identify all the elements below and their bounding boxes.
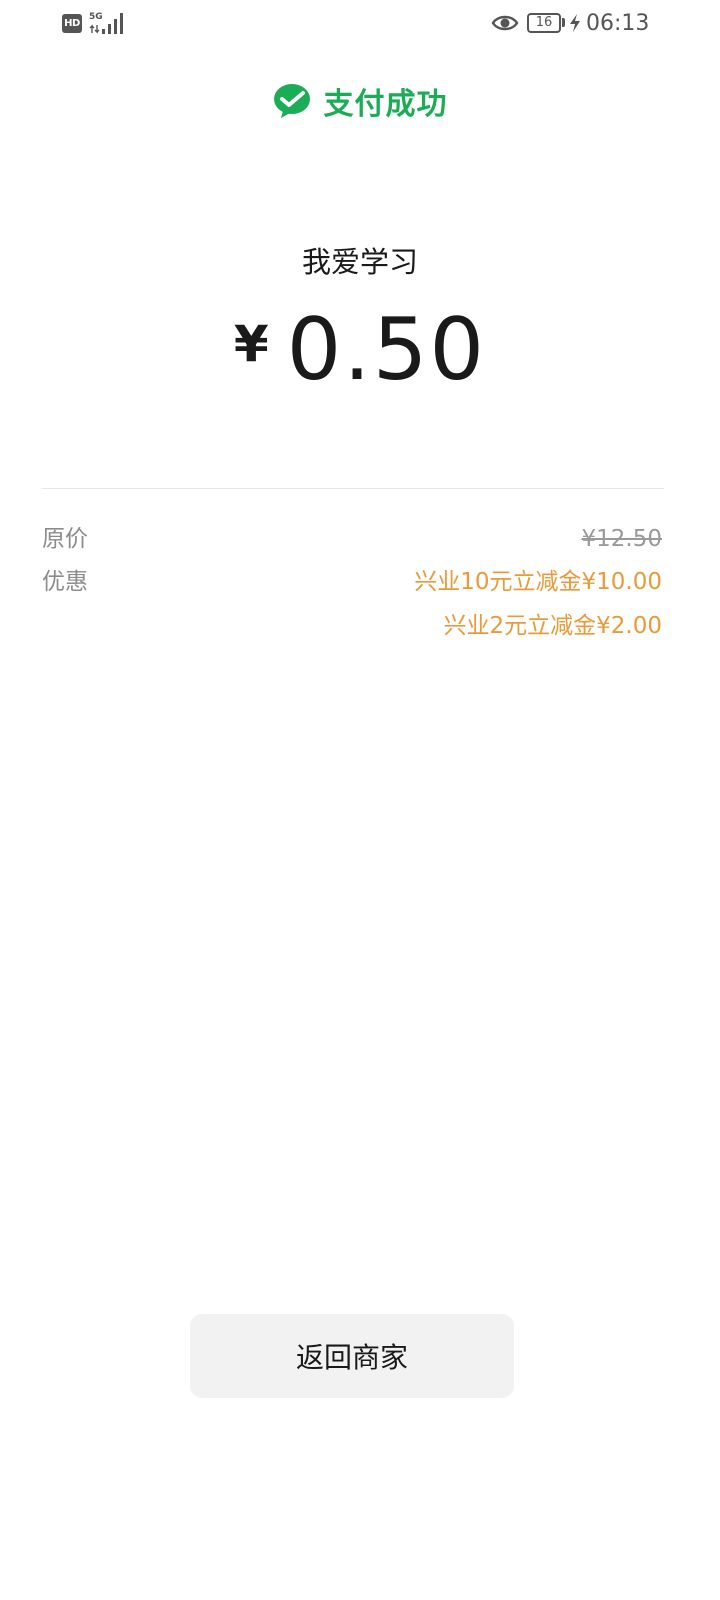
battery-icon: 16 [527, 13, 561, 33]
original-price-value: ¥12.50 [581, 526, 662, 552]
payment-amount: ¥ 0.50 [0, 300, 720, 400]
status-bar: HD 5G 16 06:13 [0, 0, 720, 48]
payment-success-header: 支付成功 [0, 78, 720, 124]
charging-icon [570, 14, 580, 32]
discount-name: 兴业10元立减金 [414, 569, 582, 595]
status-time: 06:13 [586, 11, 650, 36]
merchant-name: 我爱学习 [301, 245, 418, 279]
back-to-merchant-button[interactable]: 返回商家 [190, 1314, 514, 1398]
amount-value: 0.50 [286, 300, 487, 400]
discount-item: 兴业2元立减金¥2.00 [444, 609, 663, 643]
divider [42, 488, 664, 489]
battery-tip [562, 18, 565, 27]
discount-amount: ¥2.00 [596, 613, 662, 639]
eye-icon [491, 15, 519, 31]
discount-label: 优惠 [42, 569, 88, 595]
page-title: 支付成功 [323, 87, 448, 122]
currency-symbol: ¥ [233, 315, 269, 373]
signal-icon [102, 13, 123, 34]
discount-amount: ¥10.00 [581, 569, 662, 595]
hd-badge: HD [62, 14, 82, 33]
wechat-pay-icon [273, 84, 310, 118]
discount-name: 兴业2元立减金 [443, 613, 597, 639]
discount-item: 兴业10元立减金¥10.00 [414, 565, 662, 599]
original-price-label: 原价 [42, 526, 88, 552]
